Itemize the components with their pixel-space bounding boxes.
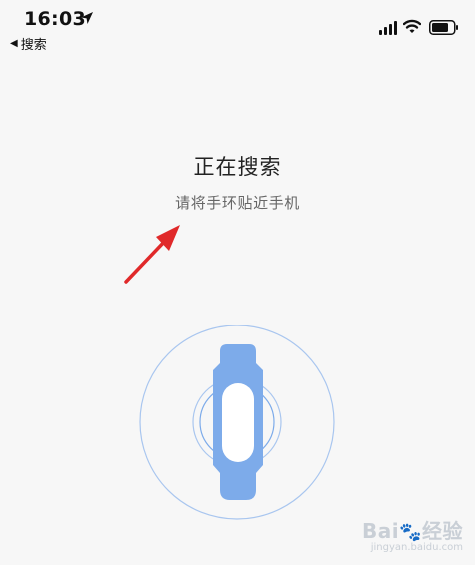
red-arrow-annotation (124, 225, 180, 284)
wifi-icon (403, 19, 421, 33)
instruction-text: 请将手环贴近手机 (175, 194, 300, 212)
cellular-signal-icon (379, 21, 397, 35)
watermark-text-left: Bai (361, 519, 400, 543)
watermark-url: jingyan.baidu.com (370, 542, 463, 553)
back-arrow-icon: ◀ (10, 38, 18, 49)
back-to-search-button[interactable]: ◀ 搜索 (10, 34, 47, 53)
fitness-band-icon (139, 325, 335, 520)
back-label: 搜索 (20, 38, 47, 53)
page-title: 正在搜索 (193, 155, 282, 179)
location-arrow-icon (81, 12, 93, 24)
status-time: 16:03 (24, 8, 86, 30)
battery-icon (429, 20, 458, 35)
baidu-watermark: Bai🐾经验 jingyan.baidu.com (362, 515, 463, 553)
paw-icon: 🐾 (399, 522, 422, 543)
status-bar: 16:03 ◀ 搜索 (0, 0, 475, 53)
watermark-text-right: 经验 (422, 519, 463, 543)
